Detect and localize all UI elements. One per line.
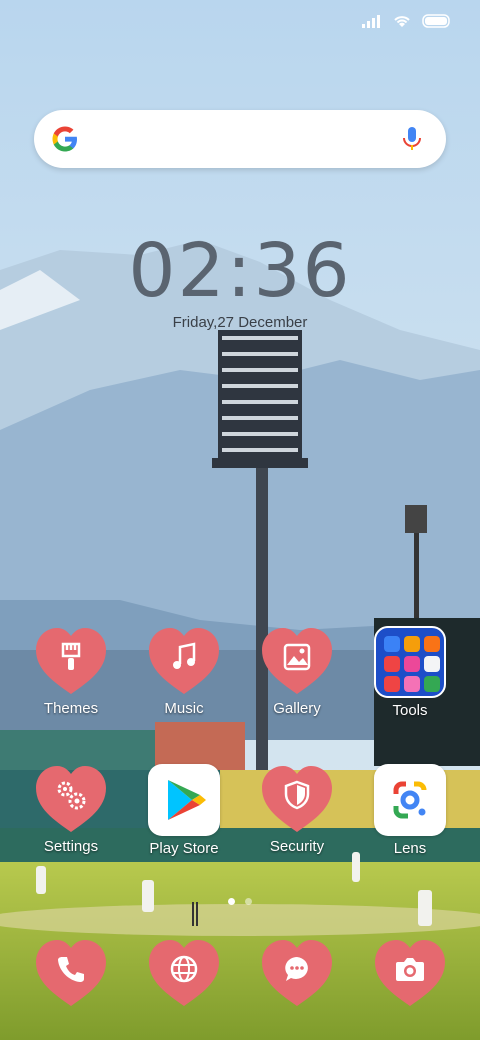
image-icon	[283, 643, 311, 671]
app-settings[interactable]: Settings	[21, 764, 121, 855]
brush-icon	[61, 642, 81, 670]
music-note-icon	[173, 642, 196, 669]
status-bar	[362, 8, 452, 34]
app-lens[interactable]: Lens	[360, 764, 460, 857]
app-themes[interactable]: Themes	[21, 626, 121, 717]
message-icon	[285, 957, 308, 981]
signal-icon	[362, 15, 380, 28]
clock-date[interactable]: Friday,27 December	[0, 314, 480, 331]
app-label: Settings	[43, 838, 99, 855]
camera-icon	[396, 958, 424, 981]
play-store-icon	[168, 780, 206, 820]
app-label: Music	[164, 700, 204, 717]
dock-camera[interactable]	[360, 938, 460, 1008]
app-label: Tools	[392, 702, 428, 719]
page-dot[interactable]	[245, 898, 252, 905]
app-folder-tools[interactable]: Tools	[360, 626, 460, 719]
gear-icon	[57, 781, 86, 810]
clock-time[interactable]: 02:36	[0, 228, 480, 314]
google-search-bar[interactable]	[34, 110, 446, 168]
wifi-icon	[394, 16, 410, 27]
page-dot-active[interactable]	[228, 898, 235, 905]
phone-icon	[58, 957, 84, 982]
shield-icon	[284, 780, 310, 810]
app-label: Lens	[393, 840, 427, 857]
battery-icon	[422, 14, 450, 28]
page-indicator	[0, 898, 480, 905]
google-logo	[52, 126, 77, 152]
lens-icon	[393, 781, 427, 819]
app-gallery[interactable]: Gallery	[247, 626, 347, 717]
globe-icon	[170, 955, 198, 983]
app-label: Gallery	[273, 700, 321, 717]
app-label: Security	[269, 838, 325, 855]
app-security[interactable]: Security	[247, 764, 347, 855]
dock-phone[interactable]	[21, 938, 121, 1008]
dock-browser[interactable]	[134, 938, 234, 1008]
microphone-icon[interactable]	[396, 123, 428, 155]
dock-messages[interactable]	[247, 938, 347, 1008]
app-music[interactable]: Music	[134, 626, 234, 717]
app-label: Play Store	[149, 840, 219, 857]
app-play-store[interactable]: Play Store	[134, 764, 234, 857]
app-label: Themes	[43, 700, 99, 717]
folder-icon	[374, 626, 446, 698]
